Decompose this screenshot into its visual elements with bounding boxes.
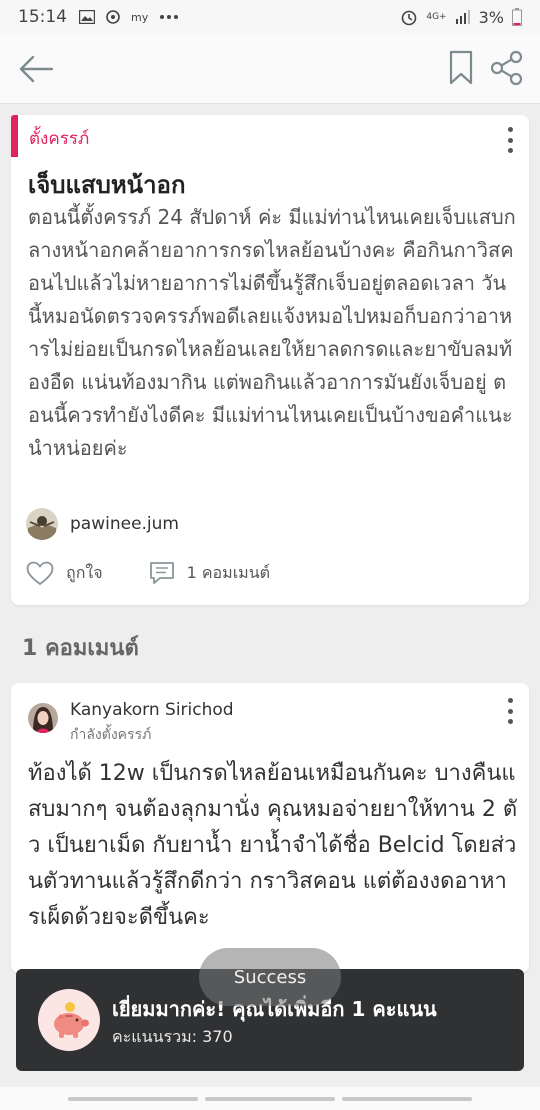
network-type: 4G+	[426, 12, 447, 22]
post-actions: ถูกใจ 1 คอมเมนต์	[26, 560, 270, 586]
post-menu-icon[interactable]	[506, 127, 514, 153]
post-body: ตอนนี้ตั้งครรภ์ 24 สัปดาห์ ค่ะ มีแม่ท่าน…	[28, 205, 516, 460]
alarm-icon	[402, 10, 417, 26]
post-card: ตั้งครรภ์ เจ็บแสบหน้าอก ตอนนี้ตั้งครรภ์ …	[11, 115, 529, 605]
comment-count-label: 1 คอมเมนต์	[186, 562, 271, 582]
nav-back-gesture[interactable]	[68, 1097, 198, 1101]
comment-icon	[149, 562, 174, 584]
bookmark-icon[interactable]	[448, 50, 474, 86]
svg-text:my: my	[131, 11, 149, 24]
avatar[interactable]	[26, 508, 58, 540]
battery-level: 3%	[478, 7, 504, 27]
category-accent-bar	[11, 115, 18, 157]
gallery-icon	[79, 10, 95, 24]
comment-card: Kanyakorn Sirichod กำลังตั้งครรภ์ ท้องได…	[11, 683, 529, 973]
heart-icon	[26, 561, 54, 585]
back-arrow-icon[interactable]	[18, 52, 54, 86]
app-bar	[0, 34, 540, 104]
success-toast: Success	[199, 948, 341, 1006]
more-dots-icon	[160, 15, 178, 19]
post-category[interactable]: ตั้งครรภ์	[29, 125, 89, 152]
status-bar: 15:14 my 4G+ 3%	[0, 0, 540, 34]
comments-section-title: 1 คอมเมนต์	[22, 636, 139, 661]
comment-author[interactable]: Kanyakorn Sirichod กำลังตั้งครรภ์	[28, 700, 234, 746]
comment-author-status: กำลังตั้งครรภ์	[70, 727, 152, 743]
piggy-bank-icon	[38, 989, 100, 1051]
signal-icon	[455, 10, 470, 24]
share-icon[interactable]	[490, 50, 524, 86]
post-author[interactable]: pawinee.jum	[26, 508, 179, 540]
comment-menu-icon[interactable]	[506, 698, 514, 724]
battery-icon	[512, 8, 522, 26]
avatar[interactable]	[28, 703, 58, 733]
status-time: 15:14	[18, 7, 67, 27]
nav-home-gesture[interactable]	[205, 1097, 335, 1101]
nav-recents-gesture[interactable]	[342, 1097, 472, 1101]
sync-icon	[106, 10, 120, 24]
post-author-name[interactable]: pawinee.jum	[70, 514, 179, 534]
comment-button[interactable]: 1 คอมเมนต์	[149, 560, 270, 586]
comment-author-name[interactable]: Kanyakorn Sirichod	[70, 700, 234, 720]
like-button[interactable]: ถูกใจ	[26, 561, 103, 586]
comment-body: ท้องได้ 12w เป็นกรดไหลย้อนเหมือนกันคะ บา…	[28, 761, 518, 930]
system-nav-bar	[0, 1087, 540, 1110]
app-notification-icon: my	[131, 11, 149, 24]
like-label: ถูกใจ	[66, 562, 103, 582]
post-title: เจ็บแสบหน้าอก	[28, 171, 186, 199]
reward-score: คะแนนรวม: 370	[112, 1027, 233, 1046]
